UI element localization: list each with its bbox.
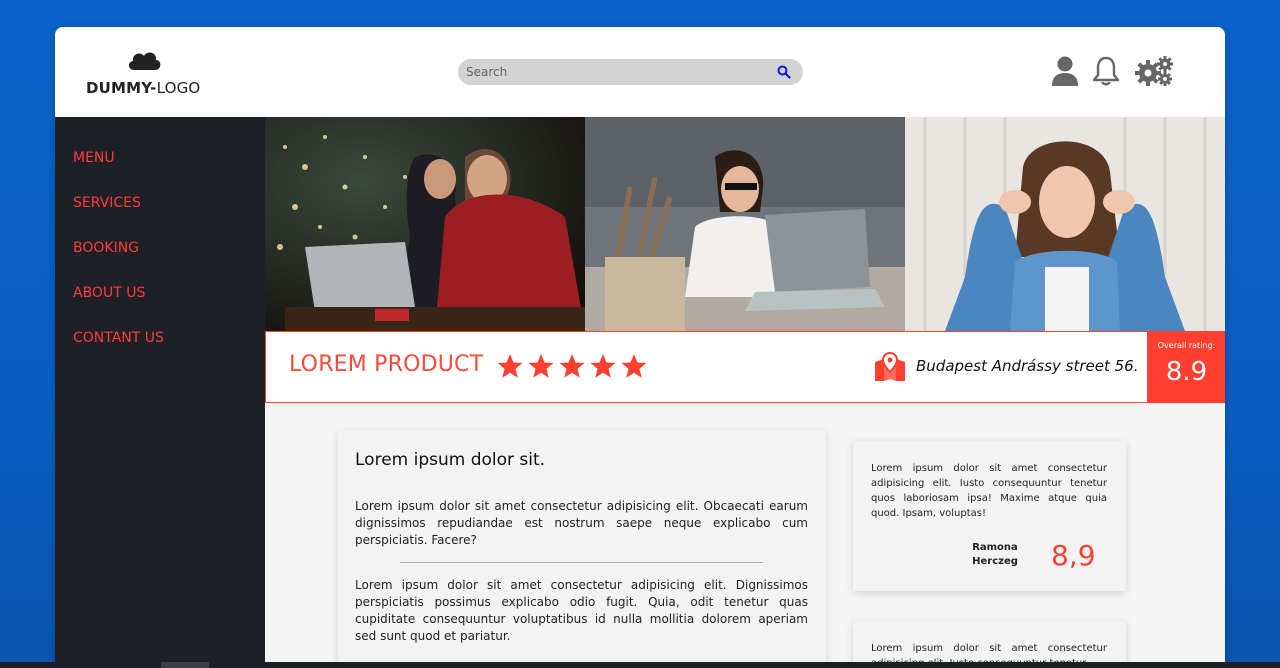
gears-icon[interactable] — [1134, 55, 1174, 87]
star-icon — [590, 354, 616, 378]
header: DUMMY-LOGO — [55, 27, 1225, 117]
sidebar-item-contact-us[interactable]: CONTANT US — [73, 330, 164, 346]
card-paragraph-1: Lorem ipsum dolor sit amet consectetur a… — [355, 499, 808, 547]
description-card: Lorem ipsum dolor sit. Lorem ipsum dolor… — [338, 430, 826, 668]
overall-rating-box: Overall rating: 8.9 — [1147, 331, 1225, 403]
star-icon — [559, 354, 585, 378]
review-score: 8,9 — [1051, 539, 1096, 572]
overall-rating-value: 8.9 — [1165, 357, 1208, 387]
product-bar: LOREM PRODUCT Budapest Andrássy street 5… — [265, 331, 1225, 403]
search-input[interactable] — [466, 63, 766, 81]
sidebar: MENU SERVICES BOOKING ABOUT US CONTANT U… — [55, 117, 265, 668]
map-marker-icon — [875, 352, 905, 381]
woman-denim-photo — [905, 117, 1225, 331]
bell-icon[interactable] — [1092, 55, 1120, 87]
search-bar[interactable] — [458, 59, 803, 85]
hero-photo-strip — [265, 117, 1225, 331]
taskbar-item[interactable] — [161, 662, 209, 668]
cloud-logo-icon — [128, 52, 161, 70]
sidebar-item-about-us[interactable]: ABOUT US — [73, 285, 145, 301]
content-area: Lorem ipsum dolor sit. Lorem ipsum dolor… — [265, 403, 1225, 668]
overall-rating-label: Overall rating: — [1157, 341, 1216, 350]
reviewer-name: Ramona Herczeg — [972, 542, 1018, 567]
card-divider — [400, 562, 763, 563]
card-heading: Lorem ipsum dolor sit. — [355, 450, 546, 470]
sidebar-item-services[interactable]: SERVICES — [73, 195, 141, 211]
card-paragraph-2: Lorem ipsum dolor sit amet consectetur a… — [355, 578, 808, 643]
product-title: LOREM PRODUCT — [289, 352, 484, 377]
couple-laptop-photo — [265, 117, 585, 331]
star-icon — [621, 354, 647, 378]
review-card: Lorem ipsum dolor sit amet consectetur a… — [853, 441, 1126, 591]
review-text: Lorem ipsum dolor sit amet consectetur a… — [871, 463, 1107, 519]
taskbar — [0, 662, 1280, 668]
woman-laptop-photo — [585, 117, 905, 331]
user-icon[interactable] — [1050, 55, 1080, 87]
sidebar-item-menu[interactable]: MENU — [73, 150, 115, 166]
logo[interactable]: DUMMY-LOGO — [86, 48, 206, 98]
search-icon[interactable] — [777, 65, 791, 79]
review-card: Lorem ipsum dolor sit amet consectetur a… — [853, 621, 1126, 668]
product-address: Budapest Andrássy street 56. — [916, 357, 1139, 375]
logo-text: DUMMY-LOGO — [86, 79, 201, 97]
star-icon — [528, 354, 554, 378]
star-icon — [497, 354, 523, 378]
app-window: DUMMY-LOGO Search MENU SERVICES BOOKING … — [55, 27, 1225, 668]
star-rating — [497, 354, 647, 378]
sidebar-item-booking[interactable]: BOOKING — [73, 240, 139, 256]
